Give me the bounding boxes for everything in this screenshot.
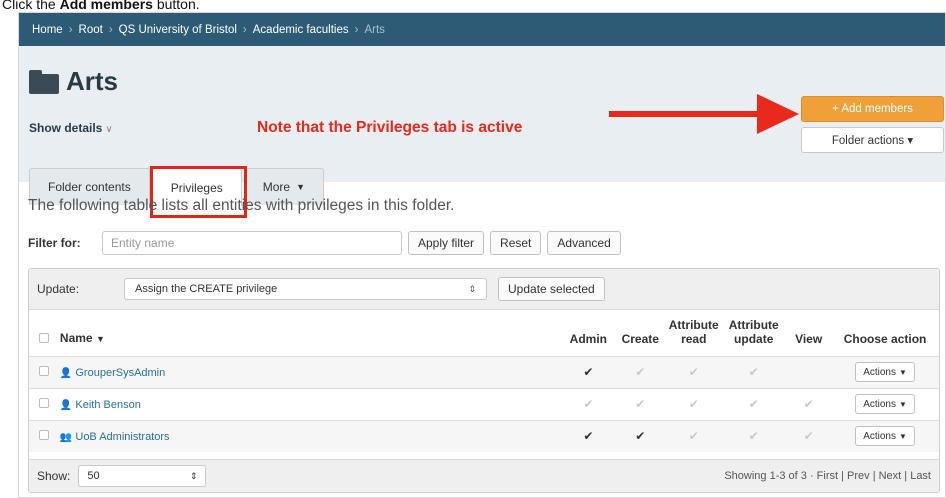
breadcrumb-home[interactable]: Home — [32, 24, 63, 36]
show-label: Show: — [37, 469, 71, 483]
folder-icon — [29, 69, 59, 94]
check-faded-icon[interactable]: ✔ — [635, 365, 645, 379]
filter-row: Filter for: Apply filter Reset Advanced — [28, 231, 621, 255]
column-attribute-read: Attribute read — [668, 317, 719, 346]
privileges-table-panel: Update: Assign the CREATE privilege ⇕ Upd… — [28, 268, 940, 493]
row-actions-button[interactable]: Actions ▼ — [855, 362, 915, 382]
check-faded-icon[interactable]: ✔ — [804, 397, 814, 411]
select-arrows-icon: ⇕ — [189, 470, 198, 481]
row-checkbox[interactable] — [38, 366, 49, 376]
select-arrows-icon: ⇕ — [468, 283, 476, 294]
table-row: 👤 Keith Benson ✔ ✔ ✔ ✔ ✔ Actions ▼ — [29, 388, 939, 420]
advanced-button[interactable]: Advanced — [547, 231, 621, 255]
chevron-down-icon: ∨ — [105, 124, 113, 135]
breadcrumb-separator: › — [108, 23, 113, 36]
check-faded-icon[interactable]: ✔ — [689, 365, 699, 379]
caret-down-icon: ▼ — [898, 399, 907, 409]
caret-down-icon: ▼ — [296, 182, 306, 192]
reset-button[interactable]: Reset — [490, 231, 542, 255]
column-attribute-update: Attribute update — [728, 317, 779, 346]
privilege-select[interactable]: Assign the CREATE privilege ⇕ — [124, 278, 487, 300]
column-admin: Admin — [569, 331, 608, 346]
table-row: 👥 UoB Administrators ✔ ✔ ✔ ✔ ✔ Actions ▼ — [29, 420, 939, 452]
intro-text: The following table lists all entities w… — [28, 197, 455, 214]
select-all-checkbox[interactable] — [38, 332, 49, 343]
folder-header: Arts Show details ∨ Note that the Privile… — [19, 46, 945, 218]
row-checkbox[interactable] — [38, 398, 49, 408]
breadcrumb-separator: › — [354, 23, 359, 36]
row-actions-button[interactable]: Actions ▼ — [855, 394, 915, 414]
table-row: 👤 GrouperSysAdmin ✔ ✔ ✔ ✔ Actions ▼ — [29, 356, 939, 388]
check-icon[interactable]: ✔ — [583, 429, 593, 443]
row-actions-button[interactable]: Actions ▼ — [855, 426, 915, 447]
row-checkbox[interactable] — [38, 430, 49, 441]
breadcrumb: Home › Root › QS University of Bristol › Ac… — [19, 13, 945, 46]
breadcrumb-current: Arts — [364, 23, 385, 36]
annotation-note: Note that the Privileges tab is active — [257, 119, 523, 136]
privileges-table: Name ▼ Admin Create Attribute read Attrib… — [29, 310, 939, 452]
column-choose-action: Choose action — [843, 331, 927, 346]
add-members-button[interactable]: + Add members — [801, 96, 944, 122]
check-faded-icon[interactable]: ✔ — [583, 397, 593, 411]
title-row: Arts — [29, 66, 118, 97]
entity-link[interactable]: UoB Administrators — [75, 431, 169, 443]
group-icon: 👥 — [59, 432, 73, 444]
annotation-arrow-icon — [609, 94, 799, 134]
instruction-text: Click the Add members button. — [2, 0, 200, 12]
filter-label: Filter for: — [28, 236, 81, 250]
entity-link[interactable]: Keith Benson — [75, 399, 140, 411]
page-title: Arts — [66, 66, 119, 96]
caret-down-icon: ▼ — [898, 367, 907, 377]
column-name[interactable]: Name ▼ — [59, 310, 562, 356]
user-icon: 👤 — [59, 400, 73, 411]
column-create: Create — [621, 331, 659, 346]
breadcrumb-university[interactable]: QS University of Bristol — [119, 24, 237, 36]
pagination-text[interactable]: Showing 1-3 of 3 · First | Prev | Next |… — [724, 470, 931, 482]
breadcrumb-academic-faculties[interactable]: Academic faculties — [253, 24, 349, 36]
sort-caret-icon: ▼ — [95, 333, 105, 344]
update-row: Update: Assign the CREATE privilege ⇕ Upd… — [29, 269, 939, 310]
check-faded-icon[interactable]: ✔ — [689, 429, 699, 443]
update-selected-button[interactable]: Update selected — [498, 277, 605, 301]
check-icon[interactable]: ✔ — [583, 365, 593, 379]
page-size-select[interactable]: 50 ⇕ — [78, 465, 207, 487]
check-faded-icon[interactable]: ✔ — [804, 429, 814, 443]
caret-down-icon: ▼ — [898, 431, 907, 441]
check-faded-icon[interactable]: ✔ — [749, 365, 759, 379]
show-details-toggle[interactable]: Show details ∨ — [29, 121, 113, 135]
breadcrumb-root[interactable]: Root — [79, 24, 103, 36]
table-footer: Show: 50 ⇕ Showing 1-3 of 3 · First | Pre… — [29, 459, 939, 492]
check-faded-icon[interactable]: ✔ — [689, 397, 699, 411]
breadcrumb-separator: › — [68, 23, 73, 36]
table-header-row: Name ▼ Admin Create Attribute read Attrib… — [29, 310, 939, 356]
entity-link[interactable]: GrouperSysAdmin — [75, 367, 165, 379]
entity-name-input[interactable] — [102, 231, 402, 255]
check-faded-icon[interactable]: ✔ — [749, 429, 759, 443]
check-icon[interactable]: ✔ — [635, 429, 645, 443]
update-label: Update: — [37, 282, 80, 296]
check-faded-icon[interactable]: ✔ — [749, 397, 759, 411]
folder-actions-button[interactable]: Folder actions ▾ — [801, 127, 944, 153]
apply-filter-button[interactable]: Apply filter — [408, 231, 485, 255]
check-faded-icon[interactable]: ✔ — [635, 397, 645, 411]
breadcrumb-separator: › — [242, 23, 247, 36]
column-view: View — [795, 331, 823, 346]
app-frame: Home › Root › QS University of Bristol › Ac… — [18, 12, 946, 498]
user-icon: 👤 — [59, 368, 73, 379]
